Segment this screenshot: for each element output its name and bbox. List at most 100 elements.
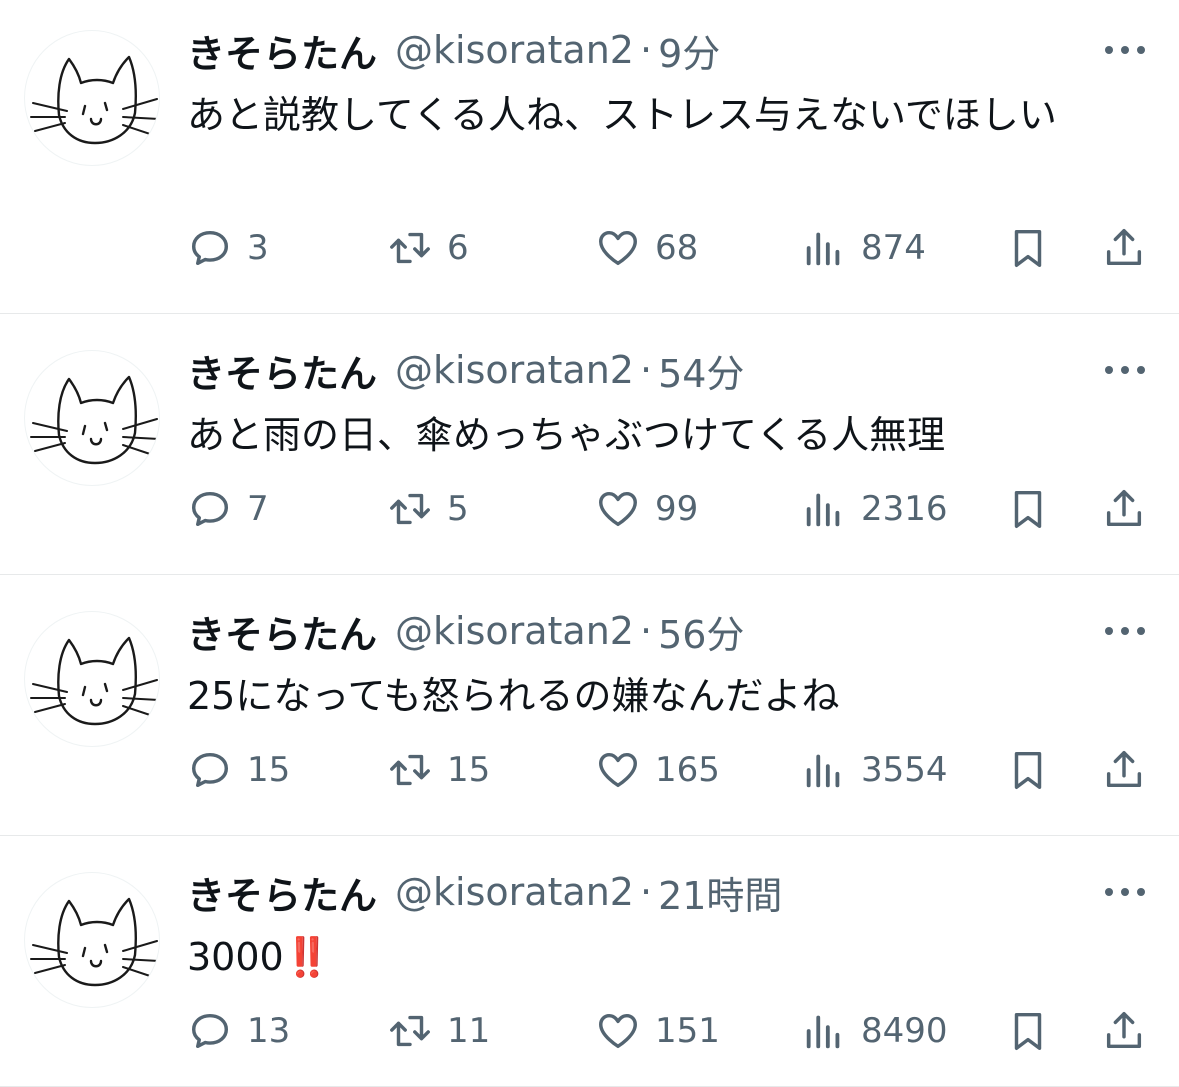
tweet-text: 25になっても怒られるの嫌なんだよね	[187, 667, 1149, 725]
action-bar: 15 15 165 3554	[187, 740, 1149, 800]
retweet-count: 6	[447, 228, 469, 268]
tweet-4[interactable]: きそらたん @kisoratan2 · 21時間 3000‼️ 13 11 15…	[0, 836, 1179, 1087]
retweet-button[interactable]: 6	[387, 218, 469, 278]
share-button[interactable]	[1101, 740, 1147, 800]
more-icon[interactable]	[1105, 36, 1145, 64]
views-icon	[806, 493, 840, 527]
action-bar: 7 5 99 2316	[187, 479, 1149, 539]
reply-count: 15	[247, 750, 291, 790]
cat-avatar[interactable]	[24, 872, 160, 1008]
reply-icon	[191, 752, 229, 788]
timestamp[interactable]: 21時間	[658, 865, 782, 920]
reply-button[interactable]: 3	[187, 218, 269, 278]
tweet-content: きそらたん @kisoratan2 · 56分 25になっても怒られるの嫌なんだ…	[187, 599, 1149, 725]
tweet-text: 3000‼️	[187, 928, 1149, 986]
like-icon	[599, 752, 637, 788]
cat-avatar[interactable]	[24, 611, 160, 747]
share-icon	[1106, 229, 1142, 266]
bookmark-button[interactable]	[1005, 740, 1051, 800]
more-icon[interactable]	[1105, 617, 1145, 645]
reply-count: 3	[247, 228, 269, 268]
retweet-icon	[390, 1015, 430, 1047]
display-name[interactable]: きそらたん	[187, 604, 377, 659]
share-button[interactable]	[1101, 479, 1147, 539]
like-icon	[599, 1013, 637, 1049]
views-icon	[806, 1015, 840, 1049]
like-count: 165	[655, 750, 720, 790]
timestamp[interactable]: 56分	[658, 604, 744, 659]
share-icon	[1106, 751, 1142, 788]
share-button[interactable]	[1101, 1001, 1147, 1061]
separator-dot: ·	[639, 870, 653, 914]
bookmark-icon	[1014, 490, 1042, 528]
cat-avatar[interactable]	[24, 30, 160, 166]
reply-icon	[191, 1013, 229, 1049]
tweet-text: あと雨の日、傘めっちゃぶつけてくる人無理	[187, 406, 1149, 464]
bookmark-icon	[1014, 751, 1042, 789]
like-icon	[599, 230, 637, 266]
like-button[interactable]: 151	[595, 1001, 720, 1061]
bookmark-button[interactable]	[1005, 218, 1051, 278]
tweet-text-body: あと説教してくる人ね、ストレス与えないでほしい	[187, 93, 1057, 137]
timestamp[interactable]: 54分	[658, 343, 744, 398]
tweet-1[interactable]: きそらたん @kisoratan2 · 9分 あと説教してくる人ね、ストレス与え…	[0, 0, 1179, 314]
cat-avatar-drawing	[30, 636, 159, 726]
separator-dot: ·	[639, 348, 653, 392]
display-name[interactable]: きそらたん	[187, 865, 377, 920]
share-button[interactable]	[1101, 218, 1147, 278]
reply-button[interactable]: 15	[187, 740, 290, 800]
views-button[interactable]: 3554	[801, 740, 948, 800]
reply-icon	[191, 491, 229, 527]
view-count: 3554	[861, 750, 948, 790]
retweet-icon	[390, 232, 430, 264]
retweet-button[interactable]: 5	[387, 479, 469, 539]
like-count: 151	[655, 1011, 720, 1051]
reply-button[interactable]: 13	[187, 1001, 290, 1061]
retweet-icon	[390, 493, 430, 525]
display-name[interactable]: きそらたん	[187, 23, 377, 78]
cat-avatar-drawing	[30, 55, 159, 145]
bookmark-button[interactable]	[1005, 1001, 1051, 1061]
separator-dot: ·	[639, 28, 653, 72]
timestamp[interactable]: 9分	[658, 23, 720, 78]
double-exclamation-emoji: ‼️	[283, 935, 331, 979]
user-handle[interactable]: @kisoratan2	[395, 28, 634, 72]
retweet-count: 11	[447, 1011, 491, 1051]
tweet-header: きそらたん @kisoratan2 · 21時間	[187, 860, 1149, 924]
like-button[interactable]: 165	[595, 740, 720, 800]
reply-button[interactable]: 7	[187, 479, 269, 539]
view-count: 8490	[861, 1011, 948, 1051]
retweet-button[interactable]: 11	[387, 1001, 490, 1061]
share-icon	[1106, 1012, 1142, 1049]
action-bar: 13 11 151 8490	[187, 1001, 1149, 1061]
tweet-3[interactable]: きそらたん @kisoratan2 · 56分 25になっても怒られるの嫌なんだ…	[0, 575, 1179, 836]
user-handle[interactable]: @kisoratan2	[395, 609, 634, 653]
like-count: 99	[655, 489, 699, 529]
display-name[interactable]: きそらたん	[187, 343, 377, 398]
views-button[interactable]: 874	[801, 218, 926, 278]
reply-icon	[191, 230, 229, 266]
user-handle[interactable]: @kisoratan2	[395, 348, 634, 392]
retweet-button[interactable]: 15	[387, 740, 490, 800]
bookmark-icon	[1014, 1012, 1042, 1050]
cat-avatar-drawing	[30, 897, 159, 987]
views-button[interactable]: 8490	[801, 1001, 948, 1061]
retweet-icon	[390, 754, 430, 786]
bookmark-icon	[1014, 229, 1042, 267]
separator-dot: ·	[639, 609, 653, 653]
more-icon[interactable]	[1105, 356, 1145, 384]
tweet-text-body: 3000	[187, 935, 284, 979]
views-button[interactable]: 2316	[801, 479, 948, 539]
tweet-text-body: あと雨の日、傘めっちゃぶつけてくる人無理	[187, 413, 946, 457]
tweet-text: あと説教してくる人ね、ストレス与えないでほしい	[187, 86, 1149, 144]
bookmark-button[interactable]	[1005, 479, 1051, 539]
like-button[interactable]: 99	[595, 479, 698, 539]
more-icon[interactable]	[1105, 878, 1145, 906]
like-button[interactable]: 68	[595, 218, 698, 278]
tweet-content: きそらたん @kisoratan2 · 54分 あと雨の日、傘めっちゃぶつけてく…	[187, 338, 1149, 464]
cat-avatar[interactable]	[24, 350, 160, 486]
user-handle[interactable]: @kisoratan2	[395, 870, 634, 914]
tweet-header: きそらたん @kisoratan2 · 9分	[187, 18, 1149, 82]
tweet-2[interactable]: きそらたん @kisoratan2 · 54分 あと雨の日、傘めっちゃぶつけてく…	[0, 314, 1179, 575]
tweet-header: きそらたん @kisoratan2 · 54分	[187, 338, 1149, 402]
